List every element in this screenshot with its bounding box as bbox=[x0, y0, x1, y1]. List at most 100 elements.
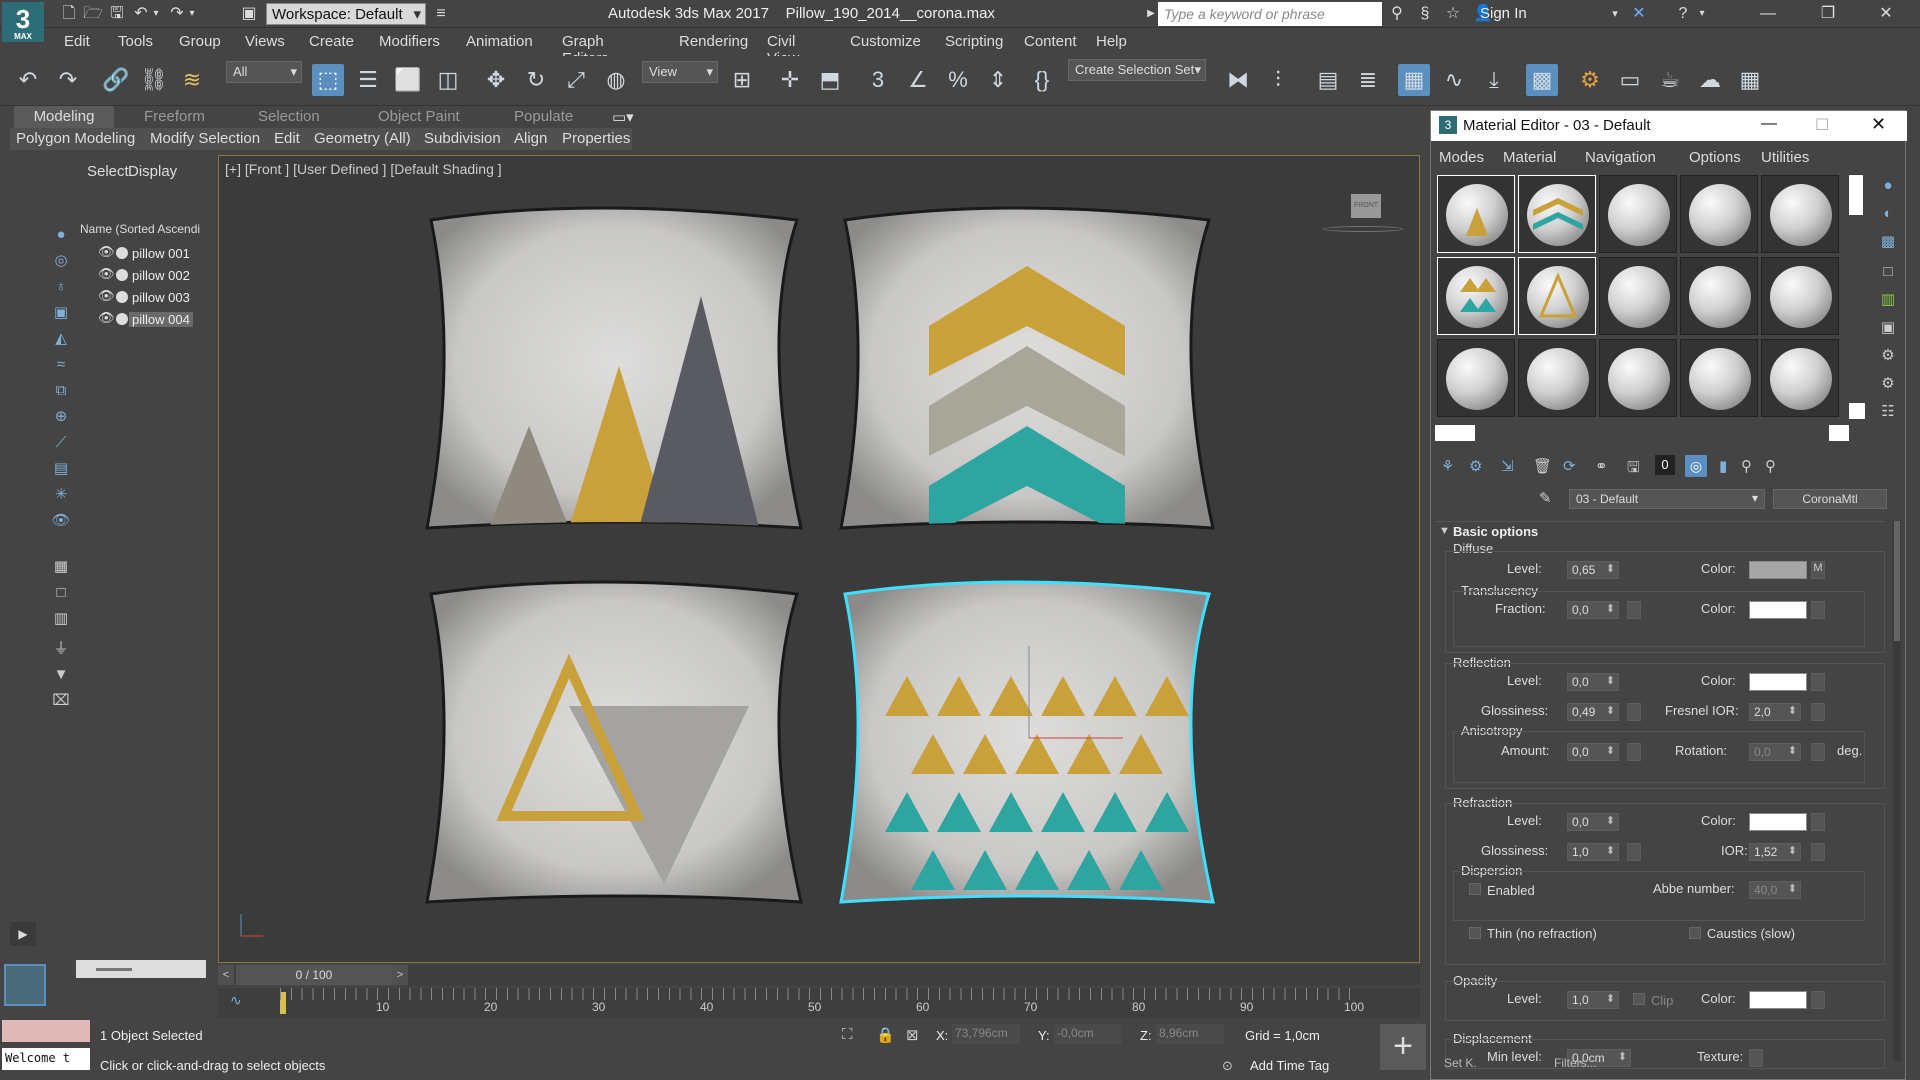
fresnel-ior-spinner[interactable]: 2,0 bbox=[1749, 703, 1801, 721]
tab-selection[interactable]: Selection bbox=[258, 108, 320, 125]
z-coordinate-field[interactable]: 8,96cm bbox=[1156, 1024, 1224, 1044]
rollout-collapse-icon[interactable]: ▼ bbox=[1439, 525, 1450, 537]
display-groups-icon[interactable]: ⧉ bbox=[50, 380, 72, 402]
translucency-fraction-map-button[interactable] bbox=[1627, 601, 1641, 619]
pillow-003[interactable] bbox=[425, 580, 803, 904]
open-file-icon[interactable]: 🗁 bbox=[82, 4, 104, 24]
visibility-eye-icon[interactable]: 👁 bbox=[98, 244, 115, 260]
key-filters-button[interactable]: Filters... bbox=[1554, 1056, 1597, 1070]
tab-modeling[interactable]: Modeling bbox=[14, 106, 114, 128]
material-slot[interactable] bbox=[1761, 339, 1839, 417]
explorer-tab-select[interactable]: Select bbox=[87, 163, 129, 180]
select-by-name-icon[interactable]: ☰ bbox=[352, 64, 384, 96]
select-object-icon[interactable]: ⬚ bbox=[312, 64, 344, 96]
subtab-align[interactable]: Align bbox=[514, 130, 547, 147]
opacity-color-swatch[interactable] bbox=[1749, 991, 1807, 1009]
material-slot[interactable] bbox=[1680, 175, 1758, 253]
menu-customize[interactable]: Customize bbox=[850, 33, 921, 50]
material-slot[interactable] bbox=[1680, 257, 1758, 335]
named-selection-set-dropdown[interactable]: Create Selection Set bbox=[1068, 59, 1206, 81]
select-manipulate-icon[interactable]: ✛ bbox=[774, 64, 806, 96]
abbe-number-spinner[interactable]: 40,0 bbox=[1749, 881, 1801, 899]
maxscript-listener-mini[interactable] bbox=[2, 1020, 90, 1042]
exchange-apps-icon[interactable]: ✕ bbox=[1628, 4, 1650, 24]
material-slot[interactable] bbox=[1437, 257, 1515, 335]
display-frozen-icon[interactable]: 👁 bbox=[50, 510, 72, 532]
reset-map-icon[interactable]: 🗑 bbox=[1533, 457, 1552, 475]
undo-dropdown-icon[interactable]: ▾ bbox=[150, 4, 162, 24]
reflection-level-spinner[interactable]: 0,0 bbox=[1567, 673, 1619, 691]
close-icon[interactable]: ✕ bbox=[1868, 2, 1904, 26]
anisotropy-amount-spinner[interactable]: 0,0 bbox=[1567, 743, 1619, 761]
video-color-check-icon[interactable]: ▥ bbox=[1877, 289, 1899, 311]
anisotropy-rotation-spinner[interactable]: 0,0 bbox=[1749, 743, 1801, 761]
material-slot[interactable] bbox=[1680, 339, 1758, 417]
me-menu-modes[interactable]: Modes bbox=[1439, 149, 1484, 166]
me-menu-navigation[interactable]: Navigation bbox=[1585, 149, 1656, 166]
spinner-snap-icon[interactable]: ⇕ bbox=[982, 64, 1014, 96]
visibility-eye-icon[interactable]: 👁 bbox=[98, 310, 115, 326]
toggle-scene-explorer-icon[interactable]: ▤ bbox=[1312, 64, 1344, 96]
reflection-glossiness-map-button[interactable] bbox=[1627, 703, 1641, 721]
material-slot[interactable] bbox=[1518, 175, 1596, 253]
reflection-glossiness-spinner[interactable]: 0,49 bbox=[1567, 703, 1619, 721]
display-particles-icon[interactable]: ✳ bbox=[50, 484, 72, 506]
maxscript-input[interactable]: Welcome t bbox=[2, 1048, 90, 1070]
schematic-view-icon[interactable]: ⤓ bbox=[1478, 64, 1510, 96]
backlight-icon[interactable]: ◐ bbox=[1877, 203, 1899, 225]
render-in-cloud-icon[interactable]: ☁ bbox=[1694, 64, 1726, 96]
a360-gallery-icon[interactable]: ▦ bbox=[1734, 64, 1766, 96]
reflection-color-swatch[interactable] bbox=[1749, 673, 1807, 691]
tab-object-paint[interactable]: Object Paint bbox=[378, 108, 460, 125]
angle-snap-icon[interactable]: ∠ bbox=[902, 64, 934, 96]
fresnel-ior-map-button[interactable] bbox=[1811, 703, 1825, 721]
mirror-icon[interactable]: ⧓ bbox=[1222, 64, 1254, 96]
help-dropdown-icon[interactable]: ▾ bbox=[1696, 4, 1708, 24]
render-production-icon[interactable]: ☕ bbox=[1654, 64, 1686, 96]
explorer-column-header[interactable]: Name (Sorted Ascendi bbox=[80, 222, 200, 236]
menu-create[interactable]: Create bbox=[309, 33, 354, 50]
display-all-icon[interactable]: ▦ bbox=[50, 556, 72, 578]
menu-scripting[interactable]: Scripting bbox=[945, 33, 1003, 50]
scale-icon[interactable]: ⤢ bbox=[560, 64, 592, 96]
display-bones-icon[interactable]: ⟋ bbox=[50, 432, 72, 454]
go-to-parent-icon[interactable]: ⚲ bbox=[1741, 457, 1752, 475]
me-menu-utilities[interactable]: Utilities bbox=[1761, 149, 1809, 166]
y-coordinate-field[interactable]: -0,0cm bbox=[1054, 1024, 1122, 1044]
curve-editor-mini-icon[interactable]: ∿ bbox=[230, 992, 242, 1009]
render-setup-icon[interactable]: ⚙ bbox=[1574, 64, 1606, 96]
translucency-color-map-button[interactable] bbox=[1811, 601, 1825, 619]
minimize-icon[interactable]: — bbox=[1761, 115, 1777, 133]
front-viewport[interactable]: [+] [Front ] [User Defined ] [Default Sh… bbox=[218, 155, 1420, 963]
make-unique-icon[interactable]: ⟳ bbox=[1563, 457, 1576, 475]
make-preview-icon[interactable]: ▣ bbox=[1877, 317, 1899, 339]
display-helpers-icon[interactable]: ◭ bbox=[50, 328, 72, 350]
select-by-material-icon[interactable]: ⚙ bbox=[1877, 373, 1899, 395]
tab-populate[interactable]: Populate bbox=[514, 108, 573, 125]
menu-modifiers[interactable]: Modifiers bbox=[379, 33, 440, 50]
app-logo[interactable]: 3 MAX bbox=[2, 2, 44, 42]
display-space-warps-icon[interactable]: ≈ bbox=[50, 354, 72, 376]
opacity-level-spinner[interactable]: 1,0 bbox=[1567, 991, 1619, 1009]
refraction-glossiness-map-button[interactable] bbox=[1627, 843, 1641, 861]
minimize-icon[interactable]: — bbox=[1750, 2, 1786, 26]
eyedropper-icon[interactable]: ✎ bbox=[1539, 489, 1552, 507]
display-none-icon[interactable]: □ bbox=[50, 582, 72, 604]
slots-scroll-right[interactable] bbox=[1829, 425, 1849, 441]
put-to-scene-icon[interactable]: ⚙ bbox=[1469, 457, 1482, 475]
subtab-properties[interactable]: Properties bbox=[562, 130, 630, 147]
diffuse-level-spinner[interactable]: 0,65 bbox=[1567, 561, 1619, 579]
menu-edit[interactable]: Edit bbox=[64, 33, 90, 50]
display-cameras-icon[interactable]: ▣ bbox=[50, 302, 72, 324]
anisotropy-rotation-map-button[interactable] bbox=[1811, 743, 1825, 761]
restore-icon[interactable]: ❐ bbox=[1810, 2, 1846, 26]
displacement-texture-button[interactable] bbox=[1749, 1049, 1763, 1067]
selection-lock-icon[interactable]: 🔒 bbox=[876, 1026, 895, 1044]
menu-views[interactable]: Views bbox=[245, 33, 285, 50]
material-slot[interactable] bbox=[1437, 175, 1515, 253]
rotate-icon[interactable]: ↻ bbox=[520, 64, 552, 96]
find-icon[interactable]: ⌧ bbox=[50, 690, 72, 712]
new-file-icon[interactable]: 🗋 bbox=[58, 4, 80, 24]
percent-snap-icon[interactable]: % bbox=[942, 64, 974, 96]
caustics-checkbox[interactable] bbox=[1689, 927, 1701, 939]
